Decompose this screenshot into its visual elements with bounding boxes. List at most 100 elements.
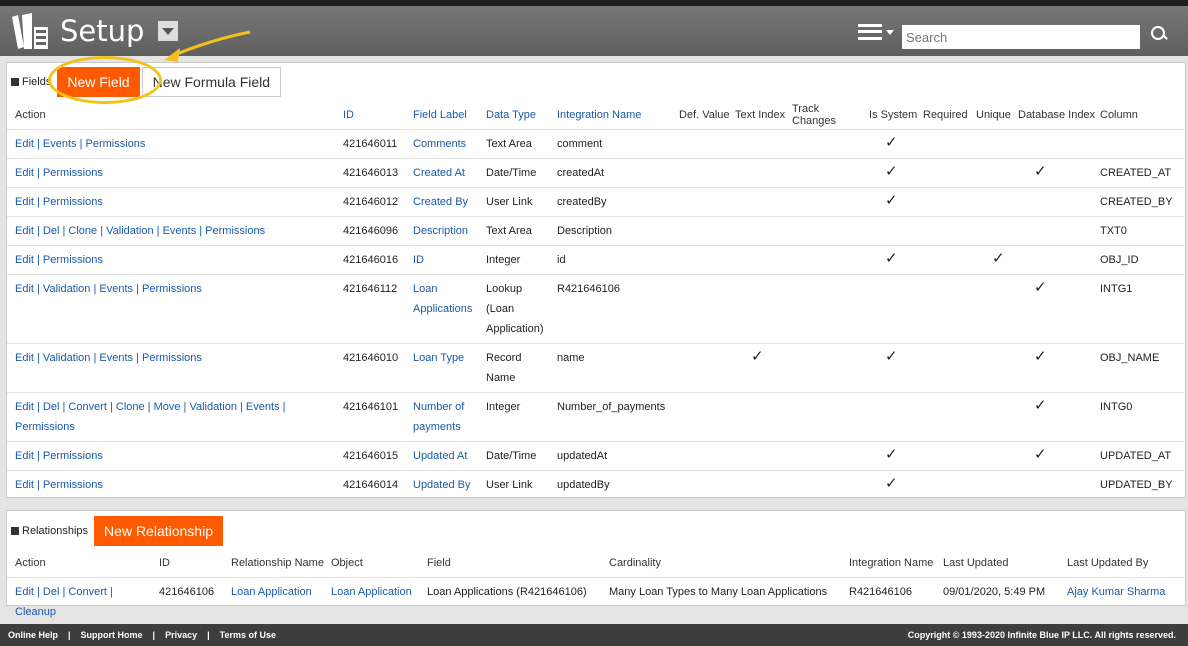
unique-check — [974, 128, 1016, 158]
field-label-link[interactable]: Description — [411, 215, 484, 245]
track-changes — [790, 391, 867, 441]
integration-name: Number_of_payments — [555, 391, 677, 441]
field-id: 421646112 — [341, 273, 411, 343]
database-index-check — [1016, 186, 1098, 216]
relationships-section-label: Relationships — [22, 525, 89, 537]
column-name: OBJ_NAME — [1098, 342, 1187, 392]
column-name: CREATED_AT — [1098, 157, 1187, 187]
collapse-icon[interactable] — [11, 78, 19, 86]
table-row: Edit | Del | Convert | Clone | Move | Va… — [7, 391, 1187, 441]
new-formula-field-button[interactable]: New Formula Field — [141, 67, 282, 97]
data-type: Lookup (Loan Application) — [484, 273, 555, 343]
footer-link-terms-of-use[interactable]: Terms of Use — [220, 630, 276, 640]
track-changes — [790, 128, 867, 158]
collapse-icon[interactable] — [11, 527, 19, 535]
text-index-check — [733, 215, 790, 245]
data-type: Text Area — [484, 128, 555, 158]
rel-col-field: Field — [427, 556, 451, 569]
is-system-check: ✓ — [867, 157, 921, 187]
action-links[interactable]: Edit | Validation | Events | Permissions — [7, 273, 341, 343]
column-name: INTG0 — [1098, 391, 1187, 441]
database-index-check: ✓ — [1016, 273, 1098, 343]
field-label-link[interactable]: Updated By — [411, 469, 484, 499]
relationships-section-header: Relationships New Relationship — [7, 513, 1185, 549]
col-text-index: Text Index — [735, 108, 786, 121]
col-unique: Unique — [976, 108, 1011, 121]
field-label-link[interactable]: Loan Applications — [411, 273, 484, 343]
table-row: Edit | Del | Clone | Validation | Events… — [7, 215, 1187, 245]
data-type: Date/Time — [484, 157, 555, 187]
column-name: TXT0 — [1098, 215, 1187, 245]
footer-separator: | — [68, 630, 71, 640]
unique-check — [974, 391, 1016, 441]
footer-link-online-help[interactable]: Online Help — [8, 630, 58, 640]
integration-name: updatedBy — [555, 469, 677, 499]
rel-col-action: Action — [15, 556, 46, 569]
col-data-type[interactable]: Data Type — [484, 101, 555, 129]
action-links[interactable]: Edit | Del | Convert | Clone | Move | Va… — [7, 391, 341, 441]
is-system-check — [867, 391, 921, 441]
relationships-panel: Relationships New Relationship Action ID… — [6, 510, 1187, 626]
field-label-link[interactable]: Loan Type — [411, 342, 484, 392]
action-links[interactable]: Edit | Permissions — [7, 186, 341, 216]
database-index-check: ✓ — [1016, 391, 1098, 441]
rel-col-name: Relationship Name — [231, 556, 324, 569]
rel-name-link[interactable]: Loan Application — [229, 576, 329, 626]
rel-last-updated-by-link[interactable]: Ajay Kumar Sharma — [1065, 576, 1187, 626]
integration-name: Description — [555, 215, 677, 245]
required — [921, 186, 974, 216]
action-links[interactable]: Edit | Validation | Events | Permissions — [7, 342, 341, 392]
footer-separator: | — [207, 630, 210, 640]
main-menu-icon[interactable] — [858, 21, 900, 43]
footer: Online Help | Support Home | Privacy | T… — [0, 624, 1188, 646]
field-id: 421646016 — [341, 244, 411, 274]
field-label-link[interactable]: Comments — [411, 128, 484, 158]
col-integration-name[interactable]: Integration Name — [555, 101, 677, 129]
integration-name: createdAt — [555, 157, 677, 187]
def-value — [677, 440, 733, 470]
rel-action-links[interactable]: Edit | Del | Convert | Cleanup — [7, 576, 157, 626]
is-system-check: ✓ — [867, 440, 921, 470]
fields-section-header: Fields New Field New Formula Field — [7, 63, 1185, 101]
col-is-system: Is System — [869, 108, 918, 121]
integration-name: updatedAt — [555, 440, 677, 470]
fields-header-row: Action ID Field Label Data Type Integrat… — [7, 101, 1187, 129]
search-input[interactable] — [902, 25, 1140, 49]
action-links[interactable]: Edit | Del | Clone | Validation | Events… — [7, 215, 341, 245]
is-system-check: ✓ — [867, 186, 921, 216]
new-relationship-button[interactable]: New Relationship — [94, 516, 223, 546]
required — [921, 128, 974, 158]
field-label-link[interactable]: ID — [411, 244, 484, 274]
table-row: Edit | Permissions 421646015 Updated At Dat… — [7, 440, 1187, 470]
def-value — [677, 128, 733, 158]
required — [921, 157, 974, 187]
rel-object-link[interactable]: Loan Application — [329, 576, 425, 626]
action-links[interactable]: Edit | Events | Permissions — [7, 128, 341, 158]
track-changes — [790, 244, 867, 274]
unique-check: ✓ — [974, 244, 1016, 274]
action-links[interactable]: Edit | Permissions — [7, 440, 341, 470]
database-index-check — [1016, 469, 1098, 499]
col-required: Required — [923, 108, 968, 121]
field-label-link[interactable]: Created By — [411, 186, 484, 216]
col-field-label[interactable]: Field Label — [411, 101, 484, 129]
action-links[interactable]: Edit | Permissions — [7, 157, 341, 187]
text-index-check — [733, 128, 790, 158]
unique-check — [974, 186, 1016, 216]
action-links[interactable]: Edit | Permissions — [7, 244, 341, 274]
col-id[interactable]: ID — [341, 101, 411, 129]
search-icon[interactable] — [1150, 25, 1168, 45]
required — [921, 440, 974, 470]
text-index-check — [733, 391, 790, 441]
footer-link-privacy[interactable]: Privacy — [165, 630, 197, 640]
app-logo-icon[interactable] — [10, 11, 52, 51]
field-id: 421646015 — [341, 440, 411, 470]
track-changes — [790, 440, 867, 470]
footer-link-support-home[interactable]: Support Home — [81, 630, 143, 640]
field-label-link[interactable]: Created At — [411, 157, 484, 187]
table-row: Edit | Permissions 421646016 ID Integer id ✓ ✓… — [7, 244, 1187, 274]
field-label-link[interactable]: Number of payments — [411, 391, 484, 441]
field-label-link[interactable]: Updated At — [411, 440, 484, 470]
data-type: Record Name — [484, 342, 555, 392]
action-links[interactable]: Edit | Permissions — [7, 469, 341, 499]
